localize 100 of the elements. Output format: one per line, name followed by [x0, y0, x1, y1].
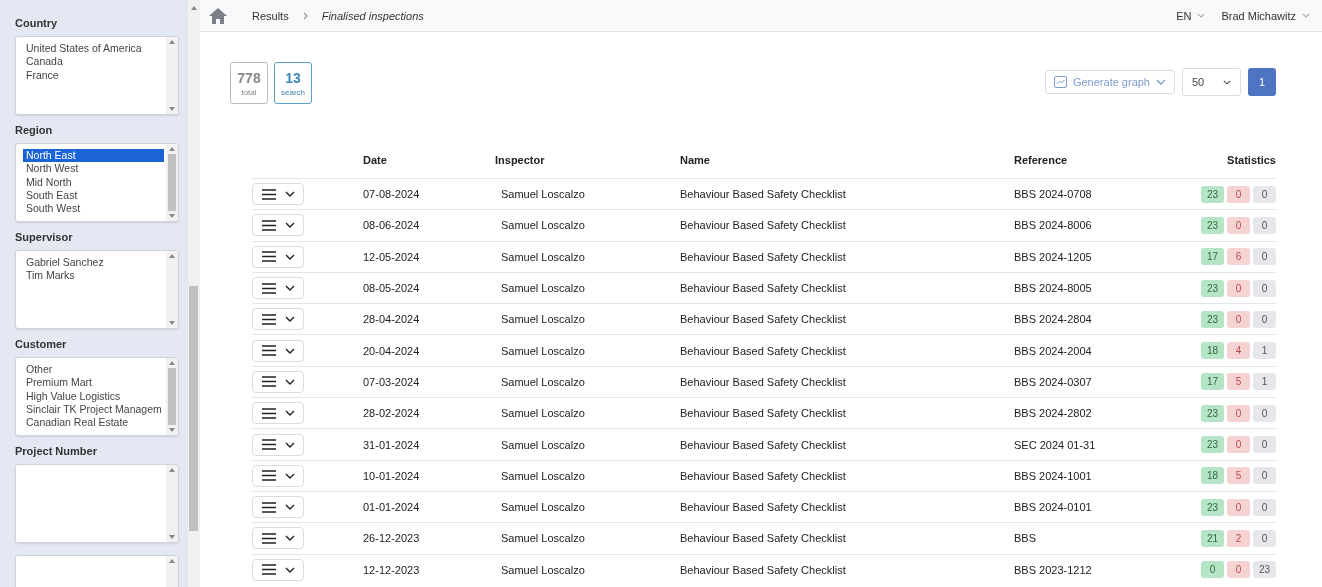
list-option[interactable]: United States of America — [23, 42, 164, 56]
table-cell-text: 10-01-2024 — [363, 469, 421, 482]
table-cell-text: BBS 2024-1205 — [1014, 250, 1093, 263]
list-option[interactable]: Gabriel Sanchez — [23, 256, 164, 270]
page-button[interactable]: 1 — [1248, 68, 1276, 96]
list-option[interactable]: Sinclair TK Project Managem — [23, 402, 164, 417]
table-cell-text: 12-05-2024 — [363, 250, 421, 263]
stat-badge: 0 — [1227, 279, 1250, 297]
stat-badge: 23 — [1201, 498, 1224, 516]
table-cell-text: BBS 2023-1212 — [1014, 563, 1093, 576]
row-actions-button[interactable] — [252, 308, 304, 331]
page-size-select[interactable]: 50 — [1182, 68, 1241, 96]
table-cell-text: Behaviour Based Safety Checklist — [680, 407, 847, 420]
list-box[interactable]: United States of America Canada France — [15, 36, 179, 115]
row-actions-button[interactable] — [252, 214, 304, 237]
table-cell-text: Behaviour Based Safety Checklist — [680, 532, 847, 545]
list-option[interactable]: Other — [23, 363, 164, 377]
table-cell-text: 07-03-2024 — [363, 375, 421, 388]
row-actions-button[interactable] — [252, 527, 304, 550]
menu-icon — [261, 219, 276, 231]
user-menu[interactable]: Brad Michawitz — [1221, 9, 1296, 22]
column-header: Name — [680, 154, 711, 166]
scrollbar[interactable] — [166, 465, 178, 542]
list-option[interactable]: North West — [23, 162, 164, 176]
table-cell-text: 01-01-2024 — [363, 501, 421, 514]
stat-badge: 0 — [1253, 404, 1276, 422]
table-cell-text: BBS 2024-0101 — [1014, 501, 1093, 514]
table-cell-text: Behaviour Based Safety Checklist — [680, 563, 847, 576]
breadcrumb-item[interactable]: Results — [252, 9, 289, 22]
row-actions-button[interactable] — [252, 245, 304, 268]
stat-badge: 23 — [1201, 185, 1224, 203]
chevron-down-icon — [284, 285, 295, 292]
chevron-down-icon — [284, 347, 295, 354]
row-actions-button[interactable] — [252, 464, 304, 487]
menu-icon — [261, 439, 276, 450]
filter-label: Project Number — [15, 445, 98, 457]
table-cell-text: Behaviour Based Safety Checklist — [680, 438, 847, 451]
list-option[interactable]: Mid North — [23, 175, 164, 189]
table-cell-text: 28-02-2024 — [363, 407, 421, 420]
scrollbar[interactable] — [166, 144, 178, 221]
list-option[interactable]: Canada — [23, 55, 164, 69]
list-option[interactable]: Canadian Real Estate — [23, 416, 164, 430]
chevron-down-icon — [284, 222, 295, 229]
home-icon[interactable] — [208, 6, 228, 25]
table-cell-text: 28-04-2024 — [363, 313, 421, 326]
menu-icon — [261, 501, 276, 513]
list-box[interactable]: Gabriel Sanchez Tim Marks — [15, 250, 179, 329]
row-actions-button[interactable] — [252, 370, 304, 393]
table-cell-text: 08-05-2024 — [363, 282, 421, 295]
table-cell-text: Samuel Loscalzo — [500, 375, 586, 388]
stat-badge: 0 — [1201, 561, 1224, 579]
list-option[interactable]: North East — [23, 149, 164, 163]
stat-badge: 0 — [1253, 185, 1276, 203]
stat-badge: 5 — [1227, 373, 1250, 391]
list-option[interactable]: High Value Logistics — [23, 389, 164, 403]
stat-badge: 18 — [1201, 467, 1224, 485]
table-cell-text: 12-12-2023 — [363, 563, 421, 576]
list-option[interactable]: Tim Marks — [23, 269, 164, 283]
row-actions-button[interactable] — [252, 496, 304, 519]
stat-badge: 23 — [1201, 216, 1224, 234]
chevron-down-icon — [284, 441, 295, 448]
stat-badge: 18 — [1201, 342, 1224, 360]
scrollbar[interactable] — [166, 358, 178, 435]
list-option[interactable]: France — [23, 68, 164, 82]
row-actions-button[interactable] — [252, 339, 304, 362]
list-option[interactable]: South East — [23, 188, 164, 203]
chevron-down-icon — [284, 472, 295, 479]
table-cell-text: BBS 2024-8006 — [1014, 219, 1093, 232]
table-cell-text: Behaviour Based Safety Checklist — [680, 501, 847, 514]
table-cell-text: Behaviour Based Safety Checklist — [680, 188, 847, 201]
stat-badge: 0 — [1227, 561, 1250, 579]
menu-icon — [261, 188, 276, 200]
list-option[interactable]: South West — [23, 202, 164, 216]
column-header: Reference — [1014, 154, 1069, 166]
list-box[interactable]: Other Premium Mart High Value Logistics Sinclair TK Project Managem Canadian Real Estate — [15, 357, 179, 436]
table-cell-text: Samuel Loscalzo — [500, 282, 586, 295]
menu-icon — [261, 345, 276, 357]
list-option[interactable]: Premium Mart — [23, 376, 164, 390]
menu-icon — [261, 376, 276, 388]
table-cell-text: Samuel Loscalzo — [500, 344, 586, 357]
stat-badge: 4 — [1227, 342, 1250, 360]
chevron-down-icon — [1156, 79, 1166, 85]
menu-icon — [261, 470, 276, 482]
count-badge: 13 search — [274, 62, 312, 104]
row-actions-button[interactable] — [252, 558, 304, 581]
table-cell-text: Samuel Loscalzo — [500, 563, 586, 576]
row-actions-button[interactable] — [252, 277, 304, 300]
row-actions-button[interactable] — [252, 433, 304, 456]
list-box[interactable]: North East North West Mid North South East South West — [15, 143, 179, 222]
table-cell-text: BBS 2024-0307 — [1014, 375, 1093, 388]
table-cell-text: 20-04-2024 — [363, 344, 421, 357]
menu-icon — [261, 313, 276, 325]
row-actions-button[interactable] — [252, 183, 304, 206]
language-selector[interactable]: EN — [1176, 9, 1192, 22]
stat-badge: 1 — [1253, 342, 1276, 360]
scrollbar[interactable] — [166, 251, 178, 328]
scrollbar[interactable] — [166, 37, 178, 114]
row-actions-button[interactable] — [252, 402, 304, 425]
stat-badge: 0 — [1227, 404, 1250, 422]
table-cell-text: SEC 2024 01-31 — [1014, 438, 1097, 451]
